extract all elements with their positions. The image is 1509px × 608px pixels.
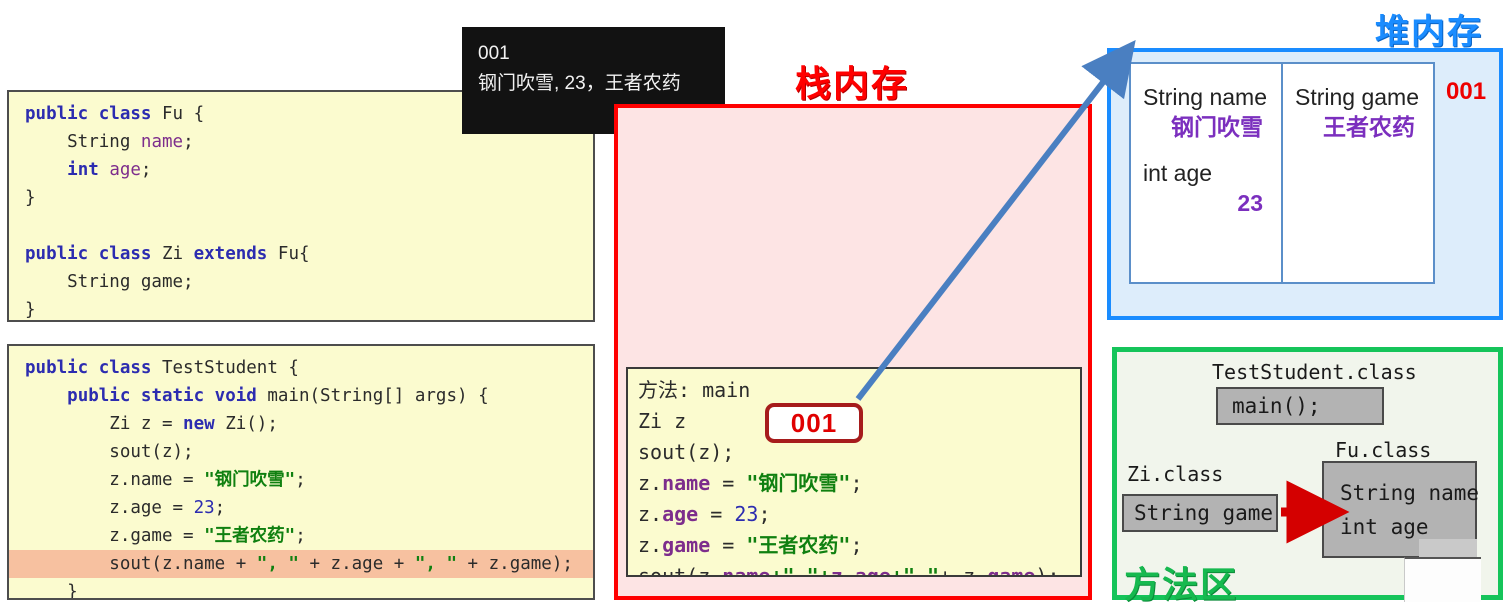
code-line: public class TestStudent { xyxy=(25,358,299,378)
heap-field-name-value: 钢门吹雪 xyxy=(1171,114,1263,140)
heap-field-age-label: int age xyxy=(1143,160,1213,186)
heap-field-game-label: String game xyxy=(1295,84,1420,110)
code-line: } xyxy=(25,300,36,320)
method-member: String game xyxy=(1134,501,1274,525)
code-line: public class Zi extends Fu{ xyxy=(25,244,310,264)
heap-field-game-value: 王者农药 xyxy=(1323,114,1415,140)
code-line: String game; xyxy=(25,272,194,292)
code-line-highlighted: sout(z.name + ", " + z.age + ", " + z.ga… xyxy=(9,550,593,578)
code-line: Zi z = new Zi(); xyxy=(25,414,278,434)
stack-frame-line: 方法: main xyxy=(638,378,751,402)
console-line-0: 001 xyxy=(478,43,510,64)
zi-class-label: Zi.class xyxy=(1127,462,1224,486)
stack-frame-line: z.game = "王者农药"; xyxy=(638,533,863,557)
overlay-white-panel xyxy=(1404,557,1481,602)
test-student-class-label: TestStudent.class xyxy=(1212,360,1417,384)
heap-object-id: 001 xyxy=(1446,78,1487,105)
method-member: String name xyxy=(1340,480,1480,505)
heap-memory-title: 堆内存 xyxy=(1375,13,1483,51)
method-member: main(); xyxy=(1232,394,1321,418)
code-line: sout(z); xyxy=(25,442,194,462)
test-student-class-box: main(); xyxy=(1216,387,1384,425)
stack-reference-chip: 001 xyxy=(765,403,863,443)
code-line: } xyxy=(25,188,36,208)
fu-class-label: Fu.class xyxy=(1335,438,1432,462)
heap-object-column-left: String name 钢门吹雪 int age 23 xyxy=(1131,64,1283,282)
overlay-shade xyxy=(1419,539,1477,557)
code-line: z.name = "钢门吹雪"; xyxy=(25,470,306,490)
stack-frame-line: sout(z.name+","+z.age+","+ z.game); xyxy=(638,564,1060,577)
code-line: } xyxy=(25,582,78,600)
stack-memory-title: 栈内存 xyxy=(795,63,910,104)
heap-object-column-right: String game 王者农药 xyxy=(1283,64,1433,282)
heap-object-instance: String name 钢门吹雪 int age 23 String game … xyxy=(1129,62,1435,284)
console-line-1: 钢门吹雪, 23，王者农药 xyxy=(478,73,681,94)
code-panel-teststudent: public class TestStudent { public static… xyxy=(7,344,595,600)
stack-frame-line: z.age = 23; xyxy=(638,502,771,526)
stack-frame-line: z.name = "钢门吹雪"; xyxy=(638,471,863,495)
stack-frame-line: sout(z); xyxy=(638,440,735,464)
heap-field-name-label: String name xyxy=(1143,84,1268,110)
stack-frame-main: 方法: main Zi z sout(z); z.name = "钢门吹雪"; … xyxy=(626,367,1082,577)
code-line: int age; xyxy=(67,160,152,180)
zi-class-box: String game xyxy=(1122,494,1278,532)
code-line: z.game = "王者农药"; xyxy=(25,526,306,546)
code-line: public static void main(String[] args) { xyxy=(67,386,489,406)
code-line: z.age = 23; xyxy=(25,498,226,518)
method-area-title: 方法区 xyxy=(1124,564,1239,605)
heap-field-age-value: 23 xyxy=(1237,190,1263,216)
